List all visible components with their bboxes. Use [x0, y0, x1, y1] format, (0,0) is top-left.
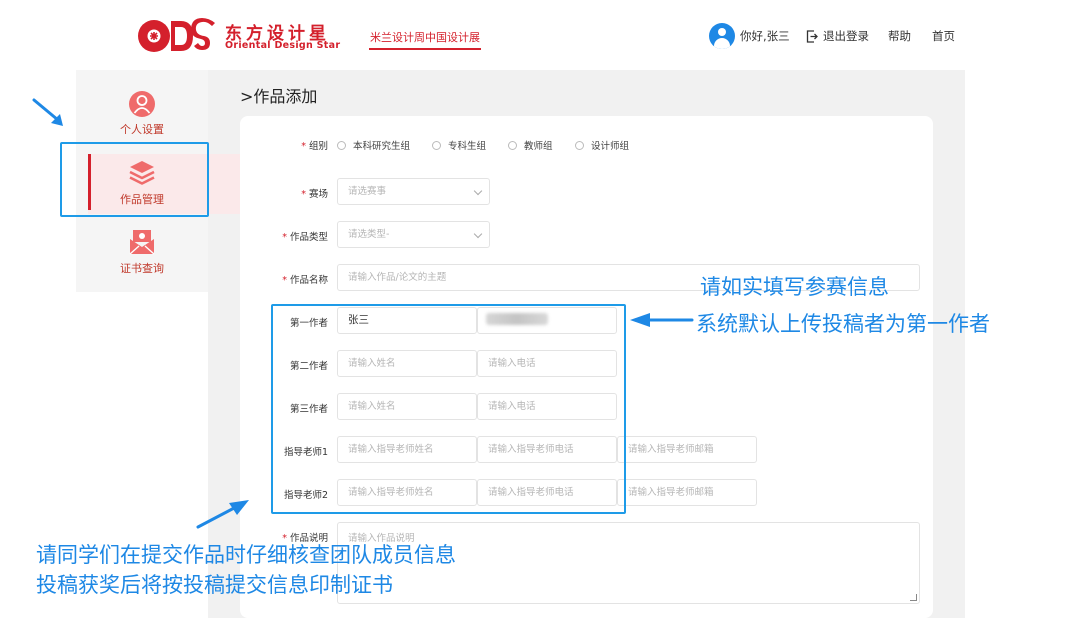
- top-header: 东方设计星 Oriental Design Star 米兰设计周中国设计展 你好…: [0, 0, 1080, 70]
- annotation-right-line1: 请如实填写参赛信息: [700, 275, 889, 299]
- authors-highlight-box: [271, 304, 626, 514]
- teacher1-email-input[interactable]: 请输入指导老师邮箱: [617, 436, 757, 463]
- work-name-placeholder: 请输入作品/论文的主题: [348, 272, 447, 283]
- radio-circle: [337, 140, 346, 150]
- page: 东方设计星 Oriental Design Star 米兰设计周中国设计展 你好…: [0, 0, 1080, 618]
- radio-junior-college[interactable]: 专科生组: [432, 138, 486, 152]
- radio-circle: [575, 140, 584, 150]
- radio-circle: [432, 140, 441, 150]
- logo-text-en: Oriental Design Star: [225, 40, 341, 51]
- venue-placeholder: 请选赛事: [348, 186, 387, 197]
- sidebar-item-label: 个人设置: [120, 123, 164, 136]
- nav-active-underline: [369, 48, 481, 50]
- page-title: >作品添加: [240, 87, 318, 106]
- type-label: * 作品类型: [282, 232, 328, 243]
- sidebar-item-personal-settings[interactable]: 个人设置: [76, 88, 208, 138]
- radio-teacher[interactable]: 教师组: [508, 138, 553, 152]
- ods-logo[interactable]: 东方设计星 Oriental Design Star: [137, 18, 341, 54]
- arrow-icon-right: [630, 313, 694, 327]
- sidebar-item-label: 证书查询: [120, 262, 164, 275]
- sidebar-highlight-box: [60, 142, 209, 217]
- help-link[interactable]: 帮助: [888, 28, 911, 44]
- work-name-label: * 作品名称: [282, 275, 328, 286]
- chevron-down-icon: [473, 229, 483, 239]
- radio-designer[interactable]: 设计师组: [575, 138, 629, 152]
- ods-logo-mark: [138, 18, 215, 52]
- user-greeting: 你好,张三: [740, 29, 790, 43]
- user-info[interactable]: 你好,张三: [709, 23, 790, 49]
- teacher2-email-input[interactable]: 请输入指导老师邮箱: [617, 479, 757, 506]
- resize-handle-icon[interactable]: [910, 594, 917, 601]
- arrow-icon-bottom: [196, 500, 249, 529]
- annotation-right-line2: 系统默认上传投稿者为第一作者: [696, 312, 990, 336]
- avatar-icon: [709, 23, 735, 49]
- home-link[interactable]: 首页: [932, 28, 955, 44]
- radio-circle: [508, 140, 517, 150]
- chevron-down-icon: [473, 186, 483, 196]
- annotation-bottom-line2: 投稿获奖后将按投稿提交信息印制证书: [36, 573, 393, 597]
- type-select[interactable]: 请选类型-: [337, 221, 490, 248]
- logout-label: 退出登录: [823, 29, 869, 43]
- arrow-icon-sidebar: [32, 98, 63, 126]
- nav-link-milan[interactable]: 米兰设计周中国设计展: [370, 29, 480, 45]
- venue-select[interactable]: 请选赛事: [337, 178, 490, 205]
- logout-button[interactable]: 退出登录: [806, 28, 869, 44]
- sidebar-item-certificate-query[interactable]: 证书查询: [76, 228, 208, 278]
- radio-undergrad-grad[interactable]: 本科研究生组: [337, 138, 410, 152]
- group-label: * 组别: [301, 141, 328, 152]
- logout-icon: [806, 29, 818, 43]
- person-icon: [129, 91, 155, 117]
- venue-label: * 赛场: [301, 189, 328, 200]
- annotation-bottom-line1: 请同学们在提交作品时仔细核查团队成员信息: [36, 543, 456, 567]
- type-placeholder: 请选类型-: [348, 229, 390, 240]
- certificate-icon: [129, 230, 155, 255]
